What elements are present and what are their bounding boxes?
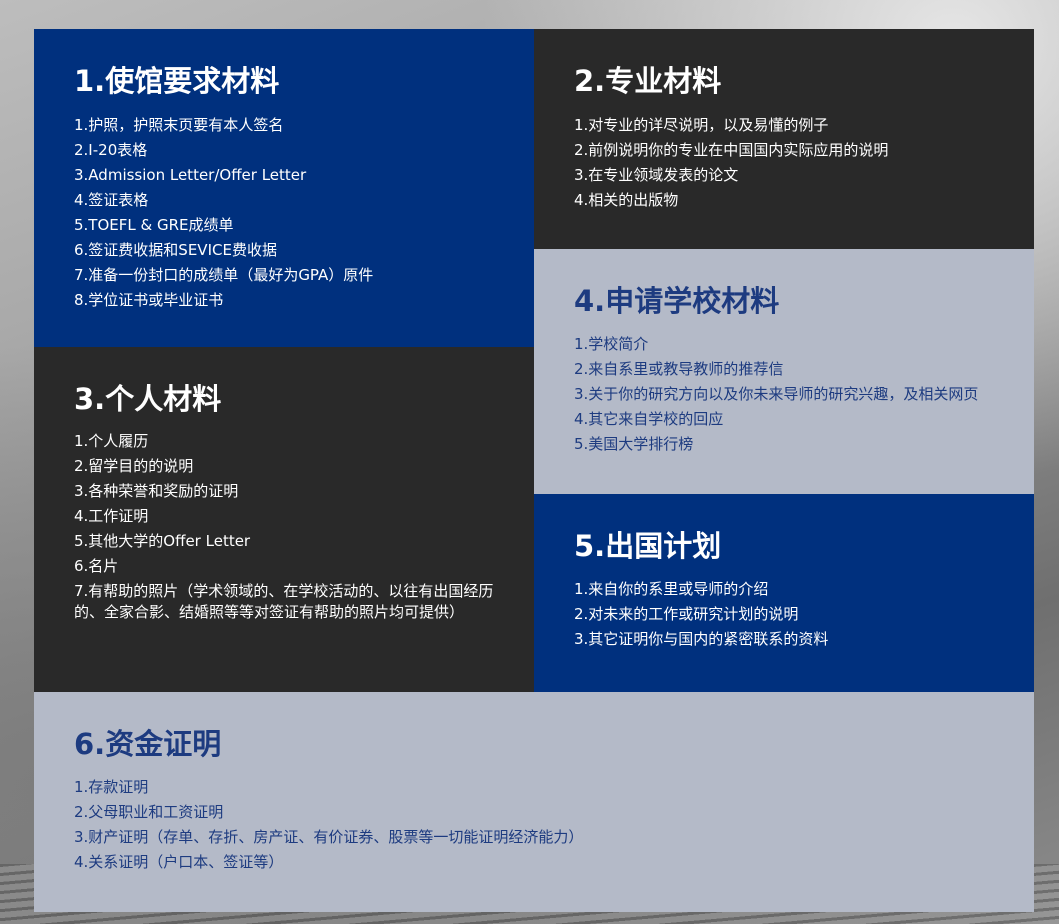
item-list: 1.个人履历 2.留学目的的说明 3.各种荣誉和奖励的证明 4.工作证明 5.其… xyxy=(74,429,494,623)
section-title: 5.出国计划 xyxy=(574,529,722,563)
section-embassy-materials: 1.使馆要求材料 1.护照，护照末页要有本人签名 2.I-20表格 3.Admi… xyxy=(34,29,534,347)
list-item: 5.美国大学排行榜 xyxy=(574,435,694,453)
list-item: 3.其它证明你与国内的紧密联系的资料 xyxy=(574,630,829,648)
list-item: 3.在专业领域发表的论文 xyxy=(574,166,739,184)
list-item: 3.关于你的研究方向以及你未来导师的研究兴趣，及相关网页 xyxy=(574,385,979,403)
list-item: 4.相关的出版物 xyxy=(574,191,679,209)
list-item: 2.留学目的的说明 xyxy=(74,457,194,475)
section-title: 1.使馆要求材料 xyxy=(74,64,280,98)
section-title: 2.专业材料 xyxy=(574,64,722,98)
section-professional-materials: 2.专业材料 1.对专业的详尽说明，以及易懂的例子 2.前例说明你的专业在中国国… xyxy=(534,29,1034,249)
list-item: 1.学校简介 xyxy=(574,335,649,353)
section-school-materials: 4.申请学校材料 1.学校简介 2.来自系里或教导教师的推荐信 3.关于你的研究… xyxy=(534,249,1034,494)
list-item: 2.来自系里或教导教师的推荐信 xyxy=(574,360,784,378)
list-item: 1.护照，护照末页要有本人签名 xyxy=(74,116,284,134)
section-title: 3.个人材料 xyxy=(74,382,222,416)
list-item: 1.个人履历 xyxy=(74,432,149,450)
list-item: 7.准备一份封口的成绩单（最好为GPA）原件 xyxy=(74,266,374,284)
list-item: 4.签证表格 xyxy=(74,191,149,209)
list-item: 5.TOEFL & GRE成绩单 xyxy=(74,216,234,234)
list-item: 3.各种荣誉和奖励的证明 xyxy=(74,482,239,500)
section-financial-proof: 6.资金证明 1.存款证明 2.父母职业和工资证明 3.财产证明（存单、存折、房… xyxy=(34,692,1034,912)
item-list: 1.来自你的系里或导师的介绍 2.对未来的工作或研究计划的说明 3.其它证明你与… xyxy=(574,577,828,652)
list-item: 6.签证费收据和SEVICE费收据 xyxy=(74,241,277,259)
list-item: 8.学位证书或毕业证书 xyxy=(74,291,224,309)
item-list: 1.存款证明 2.父母职业和工资证明 3.财产证明（存单、存折、房产证、有价证券… xyxy=(74,775,583,875)
list-item: 4.工作证明 xyxy=(74,507,149,525)
section-title: 4.申请学校材料 xyxy=(574,284,780,318)
section-title: 6.资金证明 xyxy=(74,727,222,761)
list-item: 4.其它来自学校的回应 xyxy=(574,410,724,428)
list-item: 4.关系证明（户口本、签证等） xyxy=(74,853,284,871)
list-item: 7.有帮助的照片（学术领域的、在学校活动的、以往有出国经历的、全家合影、结婚照等… xyxy=(74,582,494,621)
list-item: 1.对专业的详尽说明，以及易懂的例子 xyxy=(574,116,829,134)
item-list: 1.学校简介 2.来自系里或教导教师的推荐信 3.关于你的研究方向以及你未来导师… xyxy=(574,332,978,457)
list-item: 5.其他大学的Offer Letter xyxy=(74,532,251,550)
list-item: 3.Admission Letter/Offer Letter xyxy=(74,166,307,184)
section-study-abroad-plan: 5.出国计划 1.来自你的系里或导师的介绍 2.对未来的工作或研究计划的说明 3… xyxy=(534,494,1034,692)
list-item: 3.财产证明（存单、存折、房产证、有价证券、股票等一切能证明经济能力） xyxy=(74,828,584,846)
list-item: 2.I-20表格 xyxy=(74,141,148,159)
list-item: 6.名片 xyxy=(74,557,119,575)
section-personal-materials: 3.个人材料 1.个人履历 2.留学目的的说明 3.各种荣誉和奖励的证明 4.工… xyxy=(34,347,534,692)
list-item: 1.来自你的系里或导师的介绍 xyxy=(574,580,769,598)
list-item: 1.存款证明 xyxy=(74,778,149,796)
materials-board: 1.使馆要求材料 1.护照，护照末页要有本人签名 2.I-20表格 3.Admi… xyxy=(34,29,1034,912)
list-item: 2.父母职业和工资证明 xyxy=(74,803,224,821)
item-list: 1.对专业的详尽说明，以及易懂的例子 2.前例说明你的专业在中国国内实际应用的说… xyxy=(574,113,888,213)
list-item: 2.前例说明你的专业在中国国内实际应用的说明 xyxy=(574,141,889,159)
list-item: 2.对未来的工作或研究计划的说明 xyxy=(574,605,799,623)
item-list: 1.护照，护照末页要有本人签名 2.I-20表格 3.Admission Let… xyxy=(74,113,373,313)
